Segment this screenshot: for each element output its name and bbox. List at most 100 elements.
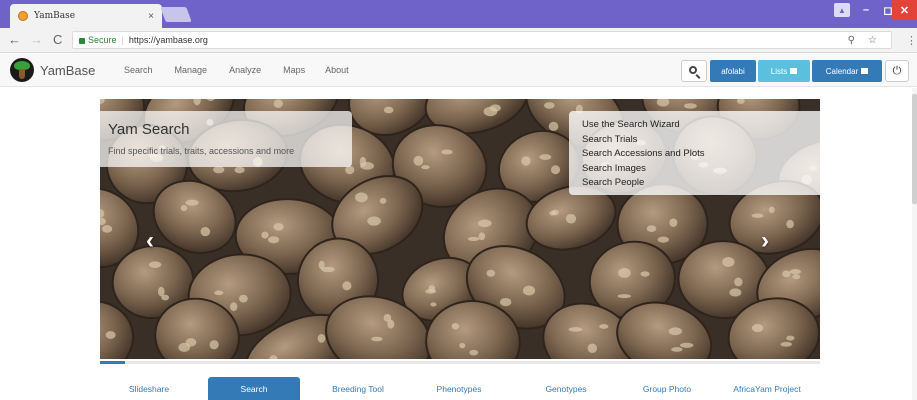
calendar-button[interactable]: Calendar (812, 60, 882, 82)
yam-blemish (148, 261, 162, 268)
nav-about[interactable]: About (325, 65, 349, 75)
page-scrollbar[interactable] (912, 88, 917, 400)
carousel-next-icon[interactable]: › (761, 227, 769, 255)
yam-blemish (671, 347, 683, 352)
scrollbar-thumb[interactable] (912, 94, 917, 204)
tab-group-photo[interactable]: Group Photo (618, 377, 716, 400)
back-arrow-icon[interactable]: ← (8, 33, 21, 47)
url-field[interactable]: Secure | https://yambase.org ⚲ ☆ (72, 31, 892, 49)
tab-search[interactable]: Search (208, 377, 300, 400)
yam-blemish (780, 341, 793, 347)
yam-blemish (441, 149, 453, 155)
yam-blemish (657, 236, 669, 243)
reload-icon[interactable]: C (53, 33, 62, 47)
carousel-title: Yam Search (108, 121, 190, 138)
user-button[interactable]: afolabi (710, 60, 756, 82)
yam-blemish (640, 271, 650, 277)
yam-blemish (522, 285, 536, 296)
yam-blemish (789, 269, 802, 275)
yam-blemish (543, 102, 555, 109)
yam-blemish (786, 219, 794, 229)
carousel-prev-icon[interactable]: ‹ (146, 227, 154, 255)
yam-blemish (451, 323, 460, 330)
browser-menu-icon[interactable]: ⋮ (906, 34, 917, 47)
tab-africayam-project[interactable]: AfricaYam Project (714, 377, 820, 400)
link-search-wizard[interactable]: Use the Search Wizard (582, 118, 807, 133)
yam-blemish (213, 166, 225, 174)
yam-blemish (180, 205, 188, 212)
yam-blemish (551, 209, 559, 216)
yam-blemish (317, 334, 326, 343)
yam-blemish (318, 260, 325, 270)
tab-slideshare[interactable]: Slideshare (100, 377, 198, 400)
yam-blemish (355, 192, 368, 203)
quick-search-button[interactable] (681, 60, 707, 82)
link-search-people[interactable]: Search People (582, 176, 807, 191)
yam-blemish (668, 327, 683, 336)
yam-blemish (669, 218, 678, 228)
yam-blemish (751, 213, 764, 218)
browser-tab[interactable]: YamBase × (10, 4, 162, 28)
yam-blemish (499, 297, 512, 307)
yam-blemish (105, 331, 116, 339)
brand-name[interactable]: YamBase (40, 63, 95, 78)
nav-analyze[interactable]: Analyze (229, 65, 261, 75)
calendar-icon (861, 68, 869, 74)
nav-search[interactable]: Search (124, 65, 153, 75)
yam-blemish (102, 225, 113, 233)
lists-button[interactable]: Lists (758, 60, 810, 82)
logout-button[interactable]: ⏻ (885, 60, 909, 82)
yam-blemish (469, 349, 479, 356)
yam-blemish (587, 343, 598, 353)
yam-blemish (751, 323, 764, 333)
yam-blemish (267, 236, 280, 244)
yam-blemish (646, 225, 657, 233)
yam-blemish (273, 99, 283, 108)
nav-manage[interactable]: Manage (175, 65, 208, 75)
nav-links: Search Manage Analyze Maps About (124, 65, 371, 75)
yam-blemish (230, 302, 238, 312)
tab-phenotypes[interactable]: Phenotypes (410, 377, 508, 400)
yam-blemish (565, 213, 577, 224)
yam-blemish (618, 268, 631, 278)
nav-maps[interactable]: Maps (283, 65, 305, 75)
close-window-button[interactable]: ✕ (892, 0, 917, 20)
yam-blemish (782, 270, 791, 278)
yam-blemish (430, 302, 437, 307)
yam-blemish (729, 288, 742, 297)
link-search-trials[interactable]: Search Trials (582, 133, 807, 148)
carousel-caption: Yam Search Find specific trials, traits,… (100, 111, 352, 167)
yam-blemish (421, 165, 430, 170)
key-icon[interactable]: ⚲ (848, 35, 855, 46)
tab-breeding-tool[interactable]: Breeding Tool (308, 377, 408, 400)
yam-blemish (428, 285, 436, 293)
logout-icon: ⏻ (892, 64, 902, 77)
link-search-accessions[interactable]: Search Accessions and Plots (582, 147, 807, 162)
yam-blemish (345, 165, 355, 175)
yam-blemish (413, 155, 424, 166)
yam-blemish (342, 281, 352, 291)
carousel-progress (100, 361, 820, 364)
yam-blemish (273, 223, 284, 231)
yam-blemish (185, 199, 199, 206)
yam-blemish (679, 342, 694, 348)
bookmark-star-icon[interactable]: ☆ (868, 35, 877, 46)
yam-blemish (200, 226, 211, 237)
forward-arrow-icon[interactable]: → (30, 33, 43, 47)
yam-blemish (734, 277, 743, 287)
calendar-label: Calendar (825, 66, 859, 76)
tab-close-icon[interactable]: × (148, 11, 154, 22)
tab-genotypes[interactable]: Genotypes (520, 377, 612, 400)
link-search-images[interactable]: Search Images (582, 162, 807, 177)
window-user-icon[interactable]: ▲ (834, 3, 850, 17)
new-tab-button[interactable] (160, 7, 192, 22)
yam-blemish (683, 103, 697, 109)
yambase-logo-icon[interactable] (10, 58, 34, 82)
yam-blemish (599, 324, 609, 329)
carousel-subtitle: Find specific trials, traits, accessions… (108, 146, 295, 156)
yam-blemish (478, 219, 492, 228)
yam-blemish (371, 336, 383, 342)
yam-blemish (379, 197, 387, 204)
yam-blemish (478, 232, 486, 241)
url-text: https://yambase.org (128, 35, 208, 45)
